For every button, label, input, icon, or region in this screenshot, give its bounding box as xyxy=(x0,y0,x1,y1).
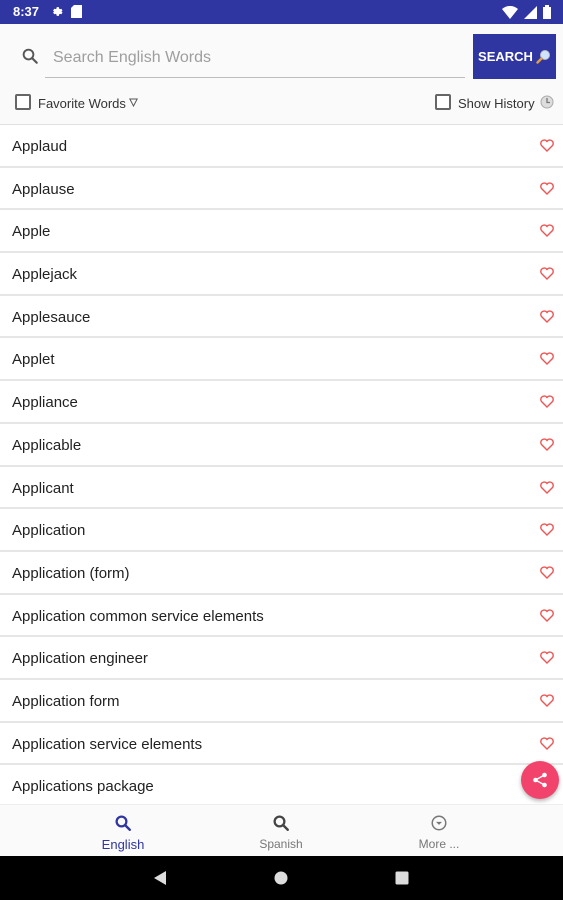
heart-icon[interactable] xyxy=(540,438,554,451)
word-row[interactable]: Appliance xyxy=(0,381,563,424)
back-icon[interactable] xyxy=(153,870,167,886)
heart-icon[interactable] xyxy=(540,182,554,195)
search-button-label: SEARCH xyxy=(478,49,533,64)
heart-icon[interactable] xyxy=(540,224,554,238)
heart-icon[interactable] xyxy=(540,651,554,665)
word-row[interactable]: Application engineer xyxy=(0,637,563,680)
word-label: Application (form) xyxy=(12,564,130,582)
status-icons xyxy=(502,5,551,19)
heart-icon[interactable] xyxy=(540,480,554,494)
tab-more[interactable]: More ... xyxy=(379,805,499,857)
word-label: Applause xyxy=(12,180,75,198)
search-bar: SEARCH xyxy=(0,24,563,86)
bottom-navigation: English Spanish More ... xyxy=(0,804,563,856)
word-label: Applesauce xyxy=(12,308,91,326)
word-label: Applicant xyxy=(12,479,74,497)
word-label: Application service elements xyxy=(12,735,203,753)
heart-icon[interactable] xyxy=(540,608,554,622)
search-icon xyxy=(22,48,38,64)
word-row[interactable]: Applaud xyxy=(0,125,563,168)
word-row[interactable]: Application xyxy=(0,509,563,552)
heart-icon[interactable] xyxy=(540,736,554,750)
word-label: Applet xyxy=(12,351,55,369)
status-bar: 8:37 xyxy=(0,0,563,24)
favorite-words-checkbox[interactable] xyxy=(15,94,31,110)
word-label: Applejack xyxy=(12,266,78,284)
heart-icon[interactable] xyxy=(540,395,554,409)
tab-spanish-label: Spanish xyxy=(259,837,303,851)
tab-spanish[interactable]: Spanish xyxy=(221,805,341,857)
chevron-down-circle-icon xyxy=(431,815,447,831)
word-row[interactable]: Application common service elements xyxy=(0,594,563,638)
word-row[interactable]: Applicant xyxy=(0,466,563,510)
wifi-icon xyxy=(502,5,518,19)
word-row[interactable]: Applicable xyxy=(0,423,563,467)
word-row[interactable]: Applications package xyxy=(0,765,563,804)
heart-icon[interactable] xyxy=(540,566,554,579)
filter-row: Favorite Words Show History xyxy=(0,86,563,124)
favorite-words-label: Favorite Words xyxy=(38,96,126,111)
word-label: Appliance xyxy=(12,394,78,412)
word-row[interactable]: Application (form) xyxy=(0,551,563,595)
share-icon xyxy=(533,772,547,788)
magnifier-icon xyxy=(536,50,550,64)
share-fab[interactable] xyxy=(521,761,559,799)
heart-icon[interactable] xyxy=(540,523,554,537)
heart-icon[interactable] xyxy=(540,310,554,323)
system-navigation-bar xyxy=(0,856,563,900)
word-label: Applications package xyxy=(12,778,154,796)
word-list: Applaud Applause Apple Applejack Applesa… xyxy=(0,124,563,804)
show-history-label: Show History xyxy=(458,96,535,111)
triangle-down-icon xyxy=(129,98,138,107)
word-label: Applaud xyxy=(12,138,68,155)
status-time: 8:37 xyxy=(13,4,40,19)
word-row[interactable]: Applejack xyxy=(0,253,563,296)
word-row[interactable]: Applesauce xyxy=(0,295,563,339)
word-row[interactable]: Apple xyxy=(0,210,563,254)
word-row[interactable]: Applause xyxy=(0,167,563,211)
word-label: Application form xyxy=(12,692,120,710)
search-button[interactable]: SEARCH xyxy=(473,34,556,79)
word-label: Application engineer xyxy=(12,650,148,668)
word-label: Application common service elements xyxy=(12,607,264,625)
search-input[interactable] xyxy=(45,38,465,78)
word-label: Application xyxy=(12,522,86,540)
word-label: Applicable xyxy=(12,436,82,454)
heart-icon[interactable] xyxy=(540,267,554,281)
word-label: Apple xyxy=(12,223,51,241)
heart-icon[interactable] xyxy=(540,694,554,707)
tab-english-label: English xyxy=(101,837,145,852)
heart-icon[interactable] xyxy=(540,139,554,152)
home-icon[interactable] xyxy=(274,871,288,885)
search-icon xyxy=(115,815,131,831)
history-icon xyxy=(540,95,554,109)
signal-icon xyxy=(524,5,537,19)
tab-more-label: More ... xyxy=(418,837,460,851)
gear-icon xyxy=(53,7,63,16)
show-history-checkbox[interactable] xyxy=(435,94,451,110)
heart-icon[interactable] xyxy=(540,352,554,366)
word-row[interactable]: Application form xyxy=(0,679,563,723)
recents-icon[interactable] xyxy=(395,871,409,885)
tab-english[interactable]: English xyxy=(63,805,183,857)
word-row[interactable]: Applet xyxy=(0,338,563,382)
battery-icon xyxy=(543,5,551,19)
word-row[interactable]: Application service elements xyxy=(0,722,563,766)
search-icon xyxy=(273,815,289,831)
sd-card-icon xyxy=(71,5,82,18)
